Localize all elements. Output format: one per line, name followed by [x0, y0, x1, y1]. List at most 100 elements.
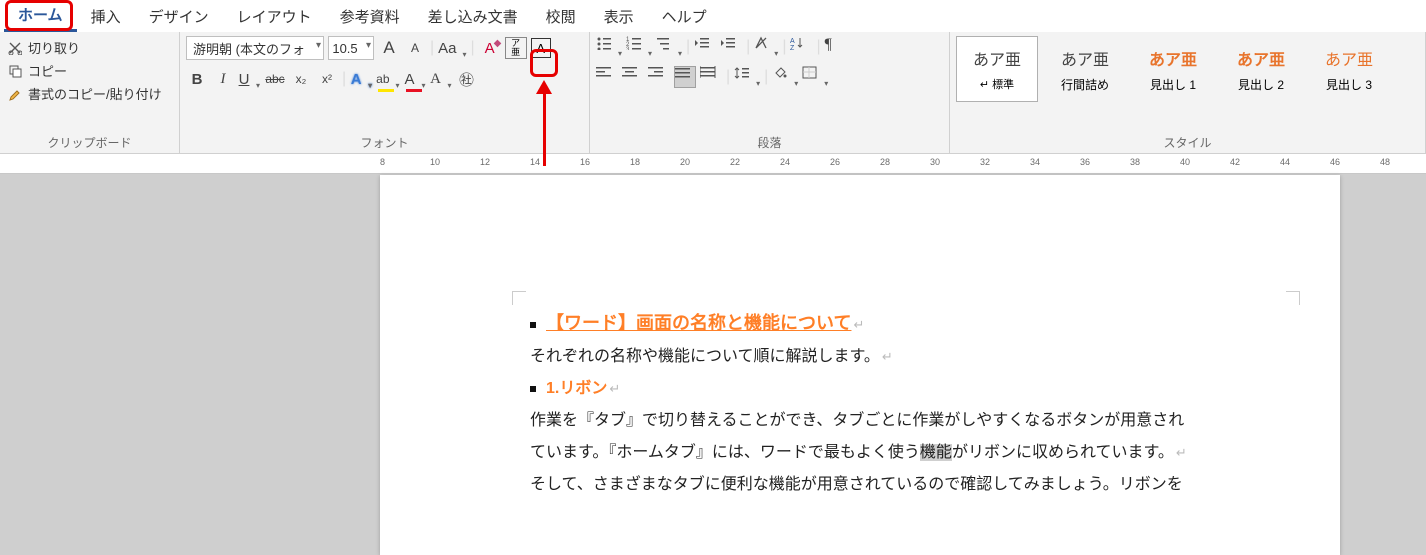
char-border-button[interactable]: A	[531, 38, 551, 58]
underline-button[interactable]: U	[238, 68, 260, 90]
tab-help[interactable]: ヘルプ	[648, 2, 721, 31]
style-no-spacing[interactable]: あア亜 行間詰め	[1044, 36, 1126, 102]
distribute-icon	[700, 66, 716, 78]
style-heading3[interactable]: あア亜 見出し 3	[1308, 36, 1390, 102]
style-preview: あア亜	[1061, 46, 1109, 70]
multilevel-list-button[interactable]	[656, 36, 682, 58]
italic-button[interactable]: I	[212, 68, 234, 90]
style-normal[interactable]: あア亜 ↵ 標準	[956, 36, 1038, 102]
bold-button[interactable]: B	[186, 68, 208, 90]
shading-button[interactable]	[772, 66, 798, 88]
format-painter-label: 書式のコピー/貼り付け	[28, 84, 162, 103]
font-size-select[interactable]: 10.5	[328, 36, 374, 60]
bullets-button[interactable]	[596, 36, 622, 58]
cut-label: 切り取り	[28, 38, 80, 57]
copy-button[interactable]: コピー	[6, 59, 173, 82]
horizontal-ruler[interactable]: 8101214161820222426283032343638404244464…	[0, 154, 1426, 174]
distribute-button[interactable]	[700, 66, 722, 88]
ruler-tick: 40	[1180, 157, 1190, 167]
text-effects-button[interactable]: A	[350, 68, 372, 90]
tab-home[interactable]: ホーム	[4, 0, 77, 32]
style-heading1[interactable]: あア亜 見出し 1	[1132, 36, 1214, 102]
ruler-tick: 28	[880, 157, 890, 167]
multilevel-icon	[656, 36, 672, 50]
brush-icon	[8, 87, 22, 101]
group-paragraph: 123 | | | AZ | ¶ | |	[590, 32, 950, 153]
line-spacing-button[interactable]	[734, 66, 760, 88]
style-name-label: 見出し 3	[1326, 76, 1372, 93]
margin-marker-tl	[512, 291, 526, 305]
ruler-tick: 14	[530, 157, 540, 167]
group-clipboard: 切り取り コピー 書式のコピー/貼り付け クリップボード	[0, 32, 180, 153]
copy-label: コピー	[28, 61, 67, 80]
bullet-icon	[530, 322, 536, 328]
style-heading2[interactable]: あア亜 見出し 2	[1220, 36, 1302, 102]
style-preview: あア亜	[973, 46, 1021, 70]
doc-paragraph: 作業を『タブ』で切り替えることができ、タブごとに作業がしやすくなるボタンが用意さ…	[530, 412, 1184, 429]
tab-bar: ホーム 挿入 デザイン レイアウト 参考資料 差し込み文書 校閲 表示 ヘルプ	[0, 0, 1426, 32]
line-spacing-icon	[734, 66, 750, 80]
ruler-tick: 24	[780, 157, 790, 167]
svg-text:A: A	[790, 38, 795, 45]
tab-review[interactable]: 校閲	[532, 2, 590, 31]
tab-design[interactable]: デザイン	[135, 2, 223, 31]
font-name-select[interactable]: 游明朝 (本文のフォ	[186, 36, 324, 60]
cut-button[interactable]: 切り取り	[6, 36, 173, 59]
doc-paragraph: ています。『ホームタブ』には、ワードで最もよく使う	[530, 444, 920, 461]
borders-button[interactable]	[802, 66, 828, 88]
numbering-icon: 123	[626, 36, 642, 50]
tab-references[interactable]: 参考資料	[326, 2, 414, 31]
strike-button[interactable]: abc	[264, 68, 286, 90]
change-case-button[interactable]: Aa	[438, 37, 466, 59]
phonetic-guide-button[interactable]: ア 亜	[505, 37, 527, 59]
subscript-button[interactable]: x₂	[290, 68, 312, 90]
format-painter-button[interactable]: 書式のコピー/貼り付け	[6, 82, 173, 105]
sort-button[interactable]: AZ	[790, 36, 812, 58]
ruler-tick: 38	[1130, 157, 1140, 167]
ruler-tick: 26	[830, 157, 840, 167]
doc-paragraph: そして、さまざまなタブに便利な機能が用意されているので確認してみましょう。リボン…	[530, 476, 1183, 493]
bullets-icon	[596, 36, 612, 50]
increase-indent-button[interactable]	[720, 36, 742, 58]
group-styles: あア亜 ↵ 標準 あア亜 行間詰め あア亜 見出し 1 あア亜 見出し 2 あア…	[950, 32, 1426, 153]
tab-view[interactable]: 表示	[590, 2, 648, 31]
ruler-tick: 22	[730, 157, 740, 167]
doc-paragraph: がリボンに収められています。	[952, 444, 1174, 461]
ruler-tick: 20	[680, 157, 690, 167]
decrease-indent-button[interactable]	[694, 36, 716, 58]
document-page[interactable]: 【ワード】画面の名称と機能について それぞれの名称や機能について順に解説します。…	[380, 175, 1340, 555]
asian-layout-icon	[754, 36, 768, 50]
ruler-tick: 10	[430, 157, 440, 167]
bullet-icon	[530, 386, 536, 392]
style-name-label: 行間詰め	[1061, 76, 1109, 93]
font-color-button[interactable]: A	[404, 68, 426, 90]
grow-font-button[interactable]: A	[378, 37, 400, 59]
shrink-font-button[interactable]: A	[404, 37, 426, 59]
tab-layout[interactable]: レイアウト	[223, 2, 326, 31]
align-justify-button[interactable]	[674, 66, 696, 88]
superscript-button[interactable]: x²	[316, 68, 338, 90]
svg-text:3: 3	[626, 47, 630, 50]
document-body[interactable]: 【ワード】画面の名称と機能について それぞれの名称や機能について順に解説します。…	[380, 175, 1340, 501]
align-right-button[interactable]	[648, 66, 670, 88]
sort-icon: AZ	[790, 36, 804, 50]
tab-insert[interactable]: 挿入	[77, 2, 135, 31]
numbering-button[interactable]: 123	[626, 36, 652, 58]
asian-layout-button[interactable]	[754, 36, 778, 58]
align-left-button[interactable]	[596, 66, 618, 88]
style-name-label: 見出し 1	[1150, 76, 1196, 93]
char-shading-button[interactable]: A	[430, 68, 452, 90]
show-marks-button[interactable]: ¶	[825, 36, 847, 58]
tab-mailings[interactable]: 差し込み文書	[414, 2, 532, 31]
align-justify-icon	[675, 67, 691, 79]
align-center-button[interactable]	[622, 66, 644, 88]
highlight-color-button[interactable]: ab	[376, 68, 399, 90]
ruler-tick: 32	[980, 157, 990, 167]
ruler-tick: 48	[1380, 157, 1390, 167]
align-left-icon	[596, 66, 612, 78]
doc-subhead: 1.リボン	[546, 380, 607, 397]
style-preview: あア亜	[1325, 46, 1373, 70]
enclose-char-button[interactable]: ㊓	[456, 68, 478, 90]
clear-formatting-button[interactable]: A◆	[479, 37, 501, 59]
ruler-tick: 36	[1080, 157, 1090, 167]
